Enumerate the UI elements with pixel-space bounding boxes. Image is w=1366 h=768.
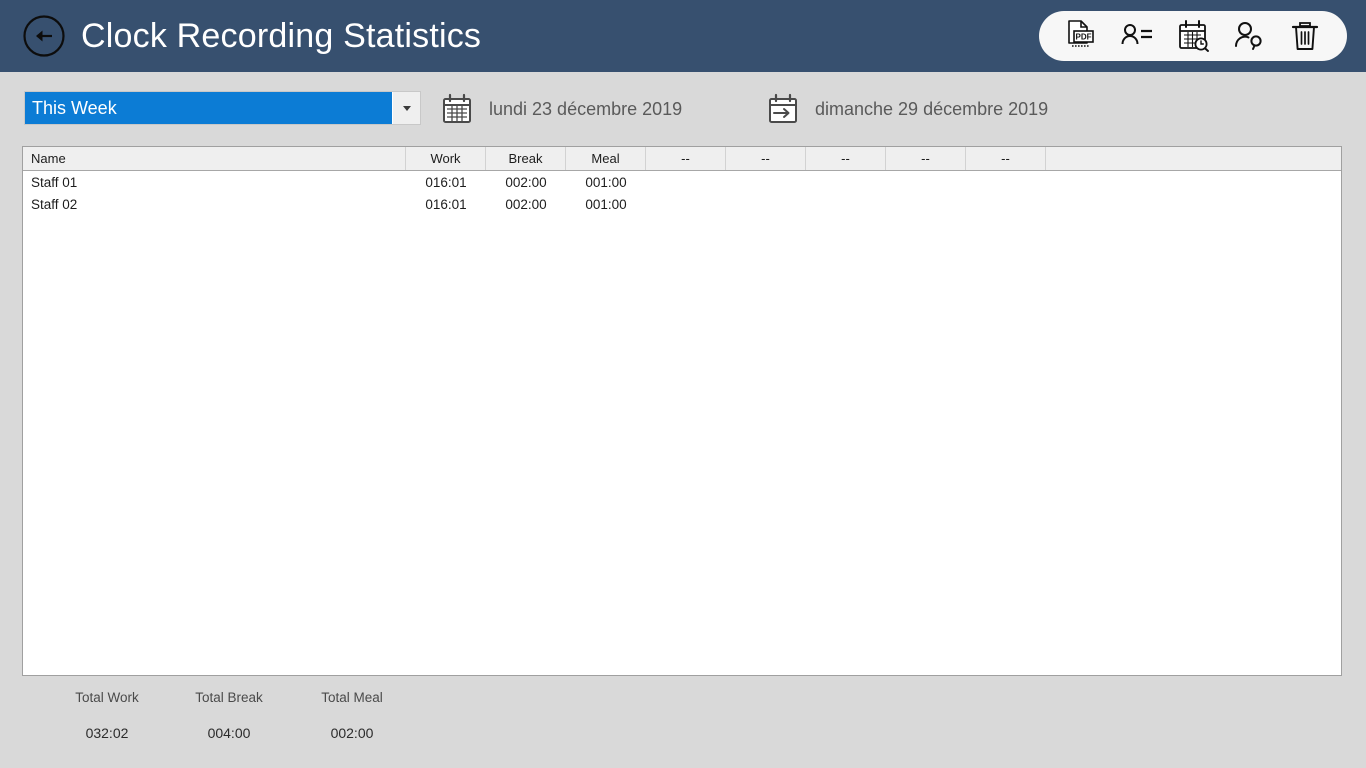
cell-meal: 001:00 bbox=[585, 174, 627, 190]
start-date-text: lundi 23 décembre 2019 bbox=[489, 98, 683, 119]
back-arrow-circle-icon bbox=[22, 14, 66, 58]
total-meal: Total Meal 002:00 bbox=[297, 690, 407, 741]
pdf-document-icon: PDF bbox=[1064, 18, 1098, 54]
calendar-search-icon bbox=[1175, 18, 1211, 54]
total-meal-value: 002:00 bbox=[330, 725, 374, 741]
calendar-icon[interactable] bbox=[440, 92, 474, 126]
column-header-extra-2[interactable]: -- bbox=[726, 147, 806, 170]
table-header-row: Name Work Break Meal -- -- -- -- -- bbox=[23, 147, 1341, 171]
totals-bar: Total Work 032:02 Total Break 004:00 Tot… bbox=[22, 690, 1342, 760]
title-bar: Clock Recording Statistics PDF bbox=[0, 0, 1366, 72]
total-break-label: Total Break bbox=[195, 690, 263, 705]
column-header-name[interactable]: Name bbox=[23, 147, 406, 170]
column-header-filler bbox=[1046, 147, 1341, 170]
calendar-arrow-icon[interactable] bbox=[766, 92, 800, 126]
chevron-down-icon[interactable] bbox=[392, 92, 420, 124]
end-date-text: dimanche 29 décembre 2019 bbox=[815, 98, 1049, 119]
trash-icon bbox=[1289, 18, 1321, 54]
table-body: Staff 01 016:01 002:00 001:00 Staff 02 0… bbox=[23, 171, 1341, 675]
total-work-value: 032:02 bbox=[85, 725, 129, 741]
total-meal-label: Total Meal bbox=[321, 690, 383, 705]
calendar-search-button[interactable] bbox=[1165, 14, 1221, 58]
staff-list-button[interactable] bbox=[1109, 14, 1165, 58]
period-select[interactable]: This Week bbox=[24, 91, 421, 125]
total-break-value: 004:00 bbox=[207, 725, 251, 741]
header-toolbar: PDF bbox=[1039, 11, 1347, 61]
statistics-table: Name Work Break Meal -- -- -- -- -- Staf… bbox=[22, 146, 1342, 676]
table-row[interactable]: Staff 01 016:01 002:00 001:00 bbox=[23, 171, 1341, 193]
column-header-work[interactable]: Work bbox=[406, 147, 486, 170]
cell-name: Staff 02 bbox=[31, 196, 78, 212]
person-add-icon bbox=[1232, 19, 1266, 53]
cell-meal: 001:00 bbox=[585, 196, 627, 212]
cell-break: 002:00 bbox=[505, 196, 547, 212]
end-date-field[interactable]: dimanche 29 décembre 2019 bbox=[766, 91, 1048, 127]
table-row[interactable]: Staff 02 016:01 002:00 001:00 bbox=[23, 193, 1341, 215]
total-break: Total Break 004:00 bbox=[174, 690, 284, 741]
cell-work: 016:01 bbox=[425, 196, 467, 212]
total-work: Total Work 032:02 bbox=[52, 690, 162, 741]
start-date-field[interactable]: lundi 23 décembre 2019 bbox=[440, 91, 682, 127]
person-list-icon bbox=[1119, 21, 1155, 51]
period-select-value[interactable]: This Week bbox=[25, 92, 392, 124]
column-header-break[interactable]: Break bbox=[486, 147, 566, 170]
column-header-extra-3[interactable]: -- bbox=[806, 147, 886, 170]
column-header-extra-5[interactable]: -- bbox=[966, 147, 1046, 170]
column-header-meal[interactable]: Meal bbox=[566, 147, 646, 170]
page-title: Clock Recording Statistics bbox=[81, 17, 482, 55]
cell-break: 002:00 bbox=[505, 174, 547, 190]
manage-users-button[interactable] bbox=[1221, 14, 1277, 58]
export-pdf-button[interactable]: PDF bbox=[1053, 14, 1109, 58]
cell-name: Staff 01 bbox=[31, 174, 78, 190]
back-button[interactable] bbox=[21, 13, 67, 59]
cell-work: 016:01 bbox=[425, 174, 467, 190]
svg-text:PDF: PDF bbox=[1076, 33, 1092, 42]
column-header-extra-1[interactable]: -- bbox=[646, 147, 726, 170]
filter-bar: This Week lundi 23 décembre 2019 dimanch… bbox=[0, 72, 1366, 142]
delete-button[interactable] bbox=[1277, 14, 1333, 58]
column-header-extra-4[interactable]: -- bbox=[886, 147, 966, 170]
total-work-label: Total Work bbox=[75, 690, 139, 705]
